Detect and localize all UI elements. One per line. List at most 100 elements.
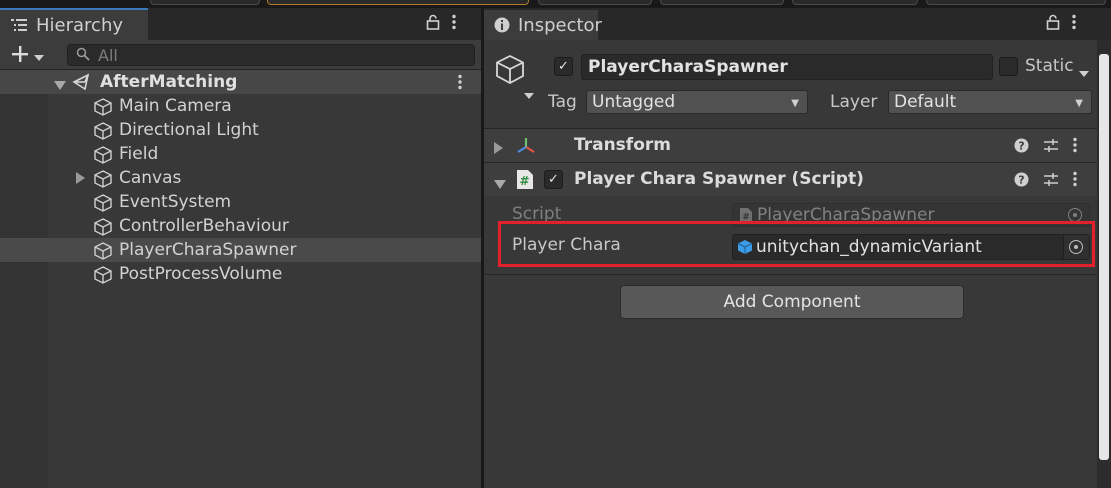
tab-hierarchy[interactable]: Hierarchy xyxy=(0,10,148,40)
help-icon[interactable]: ? xyxy=(1014,172,1029,192)
gameobject-cube-icon xyxy=(93,122,113,140)
gameobject-cube-icon xyxy=(93,98,113,116)
search-placeholder: All xyxy=(98,45,118,65)
svg-text:#: # xyxy=(519,174,529,188)
scrollbar-thumb[interactable] xyxy=(1099,54,1109,460)
kebab-menu-icon[interactable] xyxy=(458,74,462,95)
toolbar-button[interactable] xyxy=(150,0,260,5)
expand-arrow-right-icon[interactable] xyxy=(494,139,504,159)
kebab-menu-icon[interactable] xyxy=(452,14,456,35)
add-component-button[interactable]: Add Component xyxy=(620,285,964,319)
hierarchy-item-label: PlayerCharaSpawner xyxy=(119,240,297,260)
component-script-header[interactable]: # ✓ Player Chara Spawner (Script) ? xyxy=(484,162,1097,196)
info-icon xyxy=(494,16,510,34)
lock-icon[interactable] xyxy=(426,14,440,35)
scene-name: AfterMatching xyxy=(100,72,238,92)
hierarchy-item-directional-light[interactable]: Directional Light xyxy=(0,118,481,142)
hierarchy-item-label: Directional Light xyxy=(119,120,259,140)
top-toolbar-strip xyxy=(0,0,1111,8)
layer-dropdown[interactable]: Default ▼ xyxy=(888,90,1092,114)
toolbar-button[interactable] xyxy=(926,0,1106,5)
hierarchy-item-field[interactable]: Field xyxy=(0,142,481,166)
chevron-down-icon[interactable] xyxy=(1079,63,1089,83)
layer-value: Default xyxy=(894,92,957,112)
component-tools: ? xyxy=(1014,137,1077,158)
help-icon[interactable]: ? xyxy=(1014,138,1029,158)
hierarchy-item-canvas[interactable]: Canvas xyxy=(0,166,481,190)
transform-icon xyxy=(516,136,536,161)
expand-arrow-down-icon[interactable] xyxy=(494,175,506,195)
expand-arrow-down-icon[interactable] xyxy=(54,76,66,96)
hierarchy-tab-bar: Hierarchy xyxy=(0,8,481,40)
gameobject-cube-icon xyxy=(93,266,113,284)
component-transform-header[interactable]: Transform ? xyxy=(484,128,1097,162)
create-dropdown-button[interactable] xyxy=(10,44,44,69)
inspector-tab-tools xyxy=(1046,14,1076,35)
toolbar-button[interactable] xyxy=(538,0,652,5)
unity-scene-icon xyxy=(72,73,92,96)
chevron-down-icon: ▼ xyxy=(1075,98,1083,109)
hierarchy-item-postprocessvolume[interactable]: PostProcessVolume xyxy=(0,262,481,286)
gameobject-cube-icon[interactable] xyxy=(494,54,526,91)
hierarchy-toolbar: All xyxy=(0,40,481,70)
hierarchy-item-label: EventSystem xyxy=(119,192,232,212)
component-enabled-checkbox[interactable]: ✓ xyxy=(544,170,563,189)
toolbar-button[interactable] xyxy=(792,0,918,5)
inspector-tab-bar: Inspector xyxy=(484,8,1111,40)
tab-inspector-label: Inspector xyxy=(518,14,602,36)
gameobject-cube-icon xyxy=(93,218,113,236)
tag-label: Tag xyxy=(548,92,577,112)
toolbar-button[interactable] xyxy=(660,0,784,5)
hierarchy-tab-tools xyxy=(426,14,456,35)
expand-arrow-right-icon[interactable] xyxy=(76,172,86,187)
tag-value: Untagged xyxy=(592,92,676,112)
component-tools: ? xyxy=(1014,171,1077,192)
active-checkbox[interactable]: ✓ xyxy=(554,57,573,76)
presets-sliders-icon[interactable] xyxy=(1043,172,1059,192)
plus-icon xyxy=(10,44,30,69)
component-title: Transform xyxy=(574,135,671,155)
object-picker-icon xyxy=(1068,208,1082,222)
hierarchy-item-label: ControllerBehaviour xyxy=(119,216,289,236)
toolbar-button-highlighted[interactable] xyxy=(267,0,529,5)
static-label: Static xyxy=(1025,56,1074,76)
chevron-down-icon: ▼ xyxy=(791,98,799,109)
lock-icon[interactable] xyxy=(1046,14,1060,35)
hierarchy-list-icon xyxy=(10,16,28,34)
kebab-menu-icon[interactable] xyxy=(1073,171,1077,192)
hierarchy-item-eventsystem[interactable]: EventSystem xyxy=(0,190,481,214)
csharp-script-icon: # xyxy=(516,169,534,195)
gameobject-cube-icon xyxy=(93,146,113,164)
layer-label: Layer xyxy=(830,92,878,112)
search-input[interactable]: All xyxy=(67,44,475,66)
search-icon xyxy=(76,46,90,65)
hierarchy-panel: Hierarchy All AfterMatching Main Camera … xyxy=(0,8,481,488)
tab-hierarchy-label: Hierarchy xyxy=(36,14,124,36)
gameobject-cube-icon xyxy=(93,194,113,212)
chevron-down-icon xyxy=(34,47,44,67)
highlight-box xyxy=(498,221,1095,267)
tag-dropdown[interactable]: Untagged ▼ xyxy=(586,90,808,114)
kebab-menu-icon[interactable] xyxy=(1072,14,1076,35)
hierarchy-item-label: Field xyxy=(119,144,159,164)
object-name-field[interactable]: PlayerCharaSpawner xyxy=(581,54,993,80)
tab-inspector[interactable]: Inspector xyxy=(484,10,602,40)
static-checkbox[interactable] xyxy=(999,57,1018,76)
hierarchy-item-label: Canvas xyxy=(119,168,182,188)
inspector-scrollbar[interactable] xyxy=(1097,40,1111,488)
svg-text:?: ? xyxy=(1018,139,1024,152)
hierarchy-item-controllerbehaviour[interactable]: ControllerBehaviour xyxy=(0,214,481,238)
svg-text:?: ? xyxy=(1018,173,1024,186)
divider xyxy=(484,274,1097,275)
hierarchy-item-main-camera[interactable]: Main Camera xyxy=(0,94,481,118)
presets-sliders-icon[interactable] xyxy=(1043,138,1059,158)
hierarchy-tree: AfterMatching Main Camera Directional Li… xyxy=(0,70,481,488)
gameobject-cube-icon xyxy=(93,242,113,260)
gameobject-cube-icon xyxy=(93,170,113,188)
hierarchy-item-label: Main Camera xyxy=(119,96,232,116)
chevron-down-icon[interactable] xyxy=(524,85,534,105)
hierarchy-item-playercharaspawner[interactable]: PlayerCharaSpawner xyxy=(0,238,481,262)
scene-row[interactable]: AfterMatching xyxy=(0,70,481,94)
kebab-menu-icon[interactable] xyxy=(1073,137,1077,158)
component-title: Player Chara Spawner (Script) xyxy=(574,169,864,189)
